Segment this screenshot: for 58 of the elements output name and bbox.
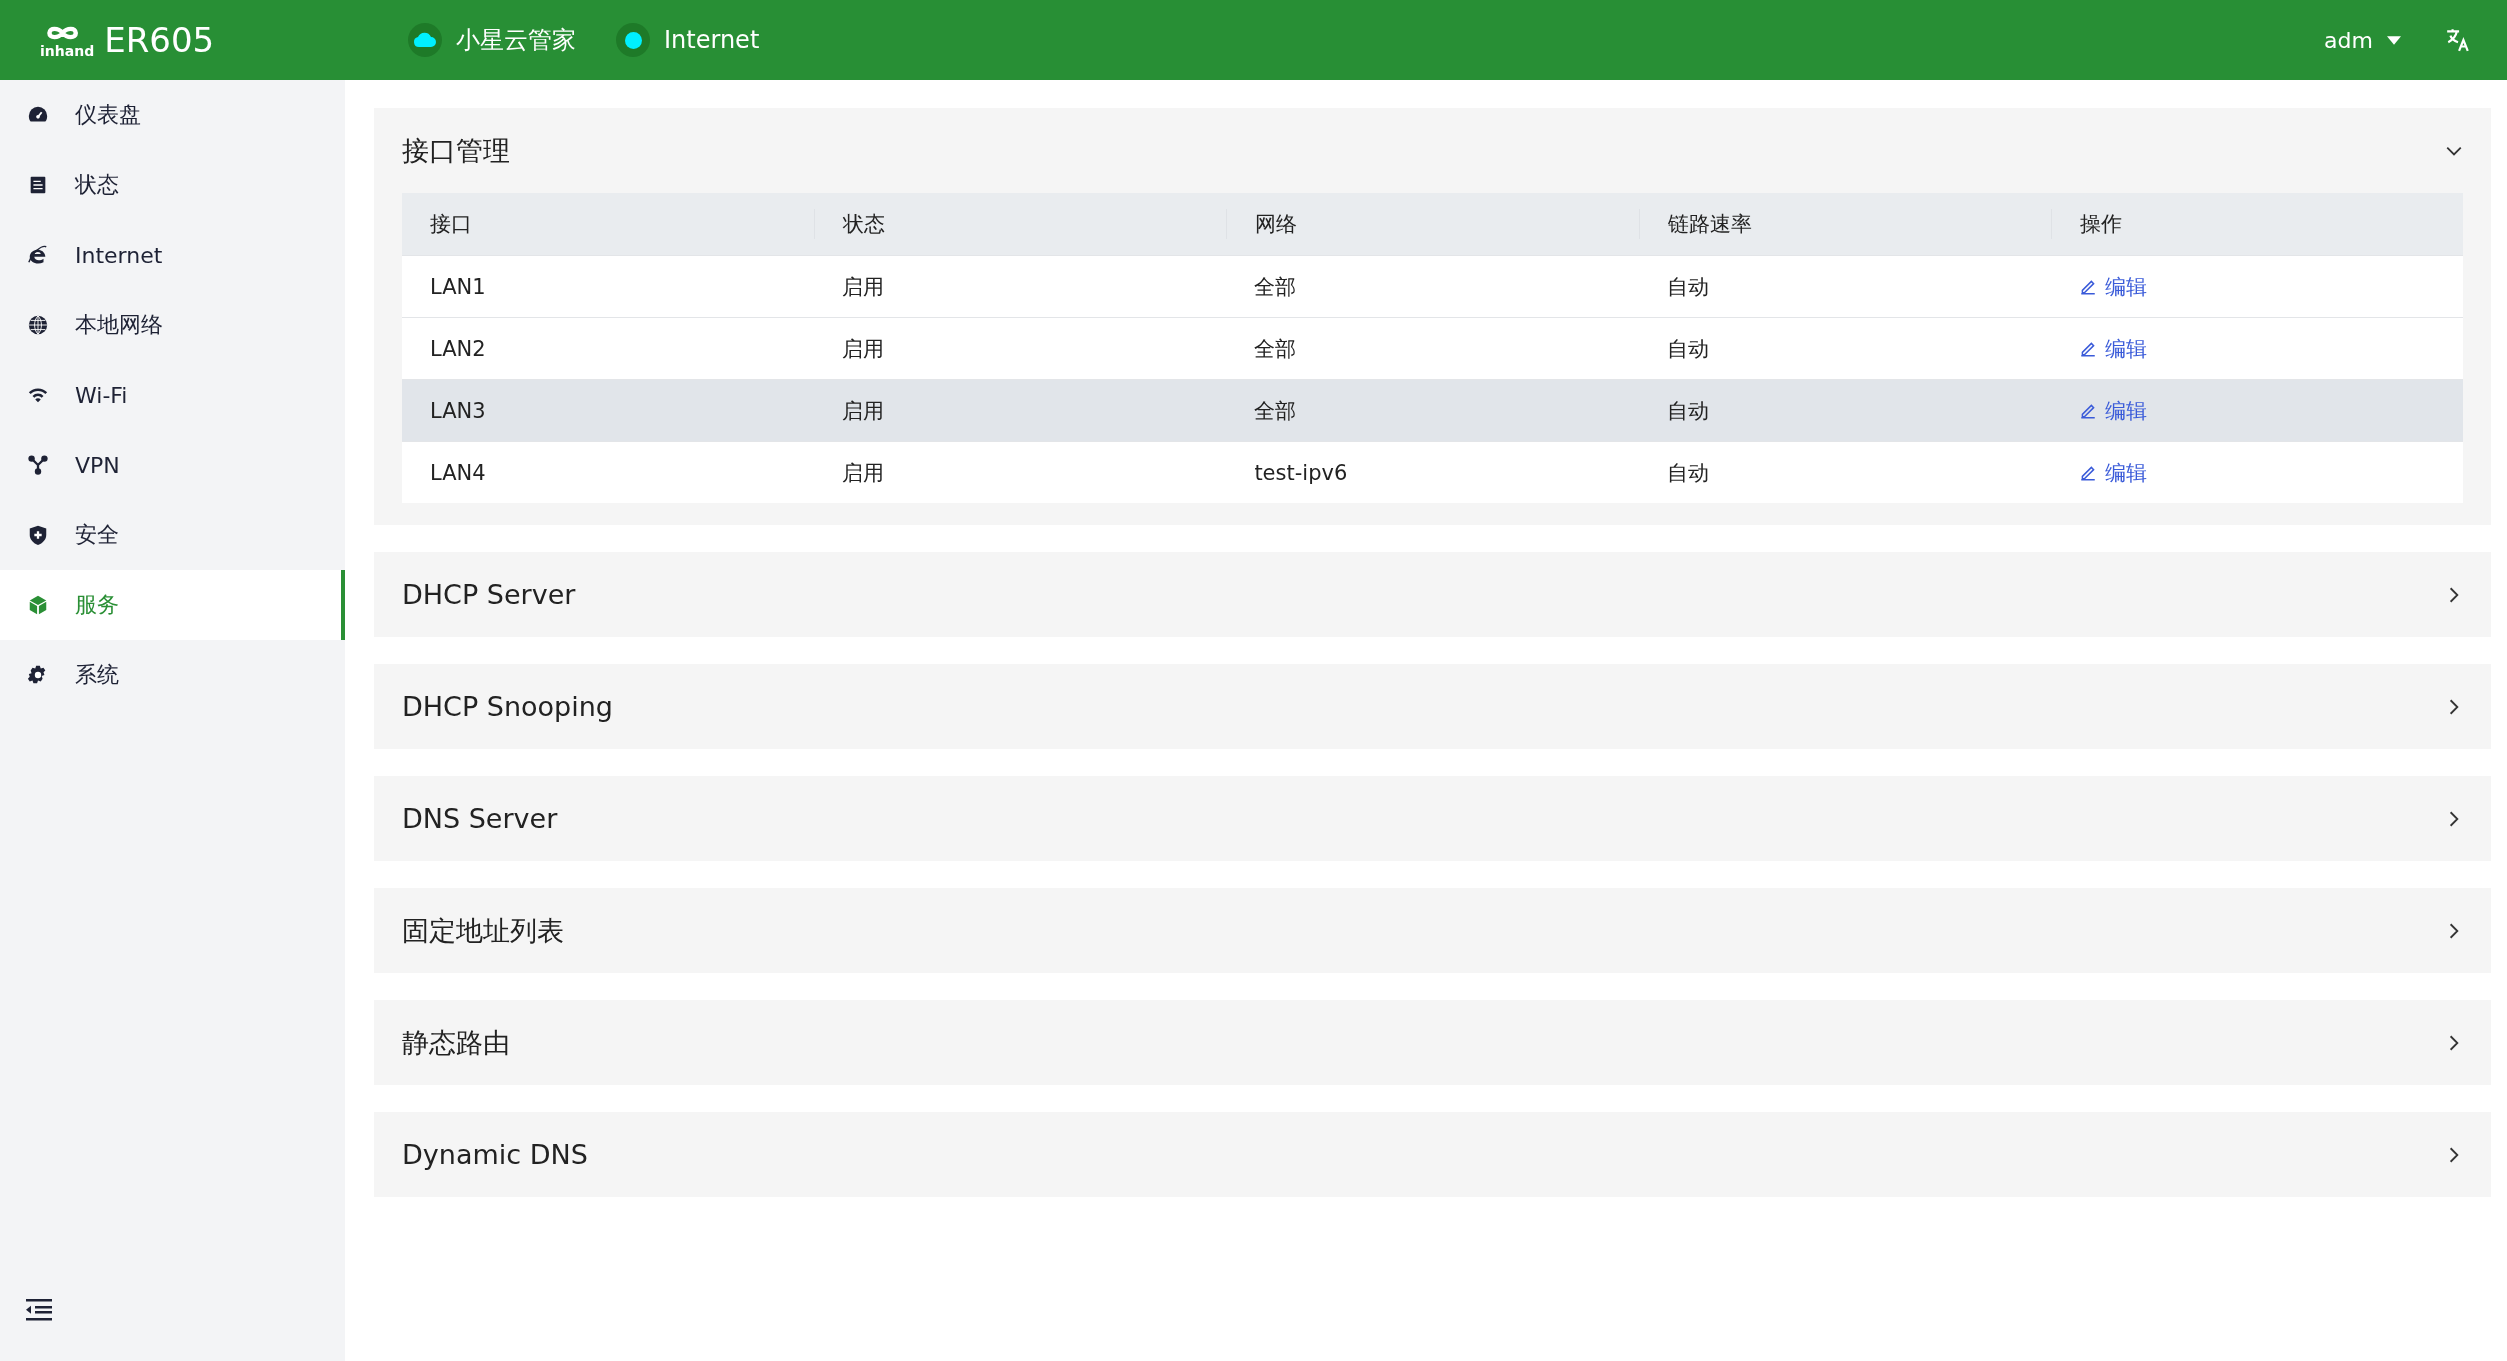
column-header: 接口	[429, 211, 473, 238]
panel-title[interactable]: 静态路由	[402, 1024, 510, 1061]
column-header: 状态	[814, 209, 1227, 239]
table-cell-text: 自动	[1665, 459, 1710, 487]
edit-link[interactable]: 编辑	[2078, 458, 2147, 487]
browser-icon	[27, 244, 49, 266]
panel-title[interactable]: Dynamic DNS	[402, 1139, 588, 1170]
sidebar-item[interactable]: Internet	[0, 220, 345, 290]
table-cell-text: 自动	[1665, 335, 1710, 363]
pencil-icon	[2078, 401, 2097, 420]
sidebar-item[interactable]: 服务	[0, 570, 345, 640]
table-cell-text: LAN3	[429, 398, 487, 423]
panel-title[interactable]: DNS Server	[402, 803, 558, 834]
column-header: 操作	[2050, 209, 2463, 239]
status-label[interactable]: Internet	[664, 26, 760, 54]
table-cell-text: 启用	[841, 273, 886, 301]
sidebar-item[interactable]: 状态	[0, 150, 345, 220]
translate-icon[interactable]	[2445, 27, 2471, 53]
table-cell-text: 全部	[1253, 335, 1298, 363]
caret-icon	[2387, 35, 2401, 45]
pencil-icon	[2078, 339, 2097, 358]
edit-link[interactable]: 编辑	[2078, 396, 2147, 425]
table-cell-text: 启用	[841, 397, 886, 425]
table-cell-text: 启用	[841, 335, 886, 363]
sidebar-item[interactable]: 系统	[0, 640, 345, 710]
globe-icon	[27, 314, 49, 336]
cube-icon	[27, 594, 49, 616]
edit-link[interactable]: 编辑	[2078, 272, 2147, 301]
edit-link[interactable]: 编辑	[2078, 334, 2147, 363]
sidebar-item[interactable]: 本地网络	[0, 290, 345, 360]
column-header: 链路速率	[1638, 209, 2051, 239]
table-cell-text: 自动	[1665, 273, 1710, 301]
table-cell-text: LAN1	[429, 274, 487, 299]
nodes-icon	[27, 454, 49, 476]
sidebar-item[interactable]: 仪表盘	[0, 80, 345, 150]
shield-icon	[27, 524, 49, 546]
table-cell-text: 全部	[1253, 273, 1298, 301]
sidebar-item[interactable]: VPN	[0, 430, 345, 500]
model-name: ER605	[104, 20, 215, 60]
pencil-icon	[2078, 463, 2097, 482]
pencil-icon	[2078, 277, 2097, 296]
table-cell-text: LAN4	[429, 460, 487, 485]
user-menu[interactable]: adm	[2324, 27, 2401, 53]
panel-title[interactable]: 接口管理	[402, 132, 510, 169]
logo-text: inhand	[40, 44, 95, 58]
table-cell-text: 自动	[1665, 397, 1710, 425]
panel-title[interactable]: 固定地址列表	[402, 912, 564, 949]
status-label[interactable]: 小星云管家	[456, 24, 576, 56]
collapse-menu-icon[interactable]	[26, 1299, 52, 1321]
table-cell-text: 启用	[841, 459, 886, 487]
table-cell-text: LAN2	[429, 336, 487, 361]
table-cell-text: test-ipv6	[1253, 460, 1349, 485]
sidebar-item[interactable]: 安全	[0, 500, 345, 570]
table-cell-text: 全部	[1253, 397, 1298, 425]
panel-title[interactable]: DHCP Server	[402, 579, 576, 610]
panel-title[interactable]: DHCP Snooping	[402, 691, 613, 722]
column-header: 网络	[1226, 209, 1639, 239]
sidebar-item[interactable]: Wi-Fi	[0, 360, 345, 430]
